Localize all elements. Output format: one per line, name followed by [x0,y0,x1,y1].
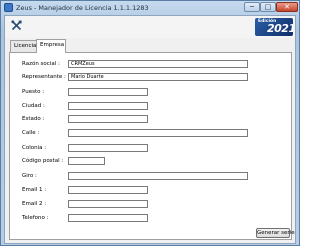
edition-year: 2021 [267,22,293,35]
telefono-label: Telefono : [22,215,49,221]
calle-label: Calle : [22,130,40,136]
tab-licencias[interactable]: Licencias [10,40,39,52]
giro-label: Giro : [22,173,37,179]
email1-input[interactable] [68,186,148,194]
calle-input[interactable] [68,129,248,137]
empresa-panel: Razón social : CRMZeus Representante : M… [9,52,295,240]
puesto-label: Puesto : [22,89,45,95]
ciudad-input[interactable] [68,102,148,110]
codigo-postal-label: Código postal : [22,158,64,164]
ciudad-label: Ciudad : [22,103,45,109]
giro-input[interactable] [68,172,248,180]
edition-badge: Edición 2021 [255,18,293,36]
app-icon [4,3,13,12]
email2-label: Email 2 : [22,201,47,207]
telefono-input[interactable] [68,214,148,222]
title-bar: Zeus - Manejador de Licencia 1.1.1.1283 … [1,1,299,15]
colonia-input[interactable] [68,144,148,152]
window-title: Zeus - Manejador de Licencia 1.1.1.1283 [16,4,149,12]
header-bar: Edición 2021 [5,16,295,38]
estado-input[interactable] [68,115,148,123]
razon-social-label: Razón social : [22,61,60,67]
minimize-button[interactable]: ─ [244,2,260,12]
email2-input[interactable] [68,200,148,208]
codigo-postal-input[interactable] [68,157,105,165]
representante-label: Representante : [22,74,66,80]
maximize-button[interactable]: □ [260,2,276,12]
tools-icon[interactable] [11,20,22,31]
estado-label: Estado : [22,116,45,122]
razon-social-input[interactable]: CRMZeus [68,60,248,68]
email1-label: Email 1 : [22,187,47,193]
puesto-input[interactable] [68,88,148,96]
close-button[interactable]: ✕ [276,2,298,12]
window-client: Edición 2021 Licencias Empresa Razón soc… [4,15,296,244]
tab-empresa[interactable]: Empresa [36,39,66,53]
representante-input[interactable]: Mario Duarte [68,73,248,81]
generar-serie-button[interactable]: Generar serie [256,228,295,238]
app-window: Zeus - Manejador de Licencia 1.1.1.1283 … [0,0,300,246]
colonia-label: Colonia : [22,145,47,151]
